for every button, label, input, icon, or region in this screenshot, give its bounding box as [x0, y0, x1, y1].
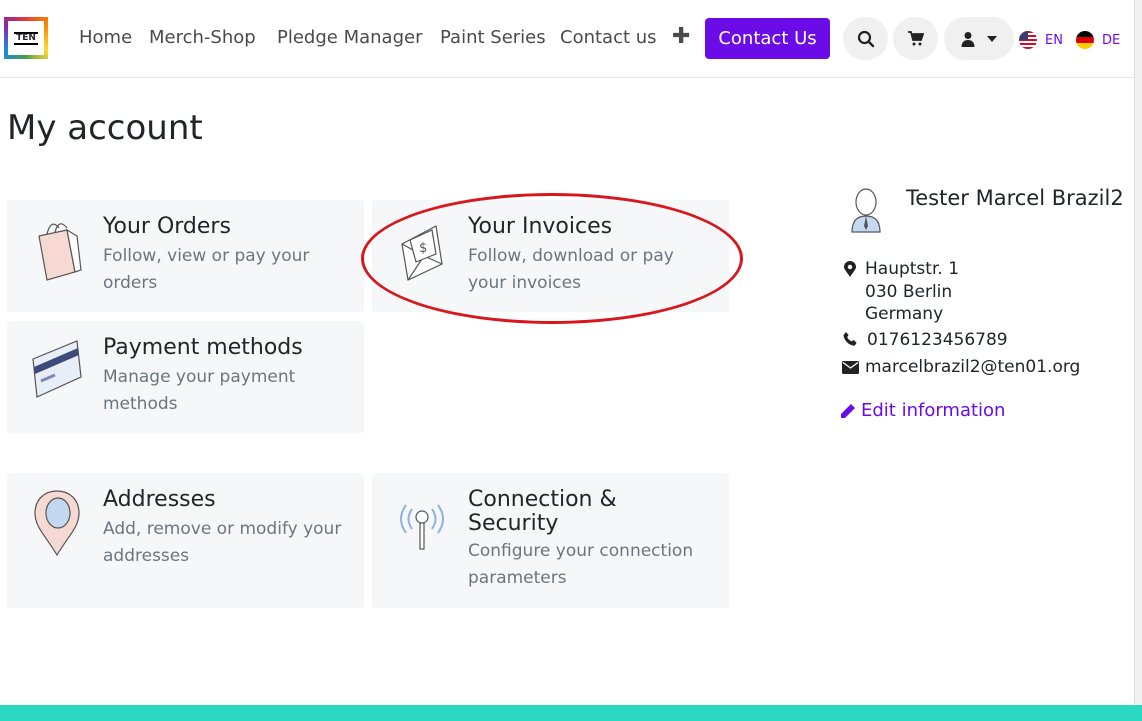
- language-en-label: EN: [1045, 32, 1063, 48]
- card-description: Follow, download or pay your invoices: [468, 246, 674, 293]
- card-description: Configure your connection parameters: [468, 541, 694, 588]
- card-your-invoices[interactable]: $ Your Invoices Follow, download or pay …: [372, 200, 729, 312]
- card-description: Manage your payment methods: [103, 367, 296, 414]
- language-de-label: DE: [1102, 32, 1121, 48]
- logo-text: TEN: [14, 31, 38, 45]
- card-description: Follow, view or pay your orders: [103, 246, 310, 293]
- shopping-bag-icon: [38, 223, 82, 281]
- card-title: Payment methods: [103, 335, 303, 360]
- address-city: 030 Berlin: [865, 282, 953, 302]
- scrollbar[interactable]: [1134, 0, 1142, 705]
- card-your-orders[interactable]: Your Orders Follow, view or pay your ord…: [7, 200, 364, 312]
- page-title: My account: [7, 108, 203, 148]
- avatar: [851, 188, 881, 233]
- card-title: Connection & Security: [468, 487, 617, 536]
- email-address: marcelbrazil2@ten01.org: [865, 357, 1081, 377]
- address-street: Hauptstr. 1: [865, 259, 960, 279]
- address-country: Germany: [865, 304, 944, 324]
- caret-down-icon: [987, 35, 997, 42]
- cart-button[interactable]: [893, 17, 938, 60]
- envelope-icon: [841, 358, 859, 376]
- de-flag-icon: [1076, 31, 1094, 49]
- nav-home[interactable]: Home: [79, 27, 132, 48]
- card-payment-methods[interactable]: Payment methods Manage your payment meth…: [7, 321, 364, 433]
- credit-card-icon: [32, 340, 82, 398]
- card-title: Your Invoices: [468, 214, 613, 239]
- card-description: Add, remove or modify your addresses: [103, 519, 342, 566]
- cart-icon: [907, 31, 924, 46]
- card-connection-security[interactable]: Connection & Security Configure your con…: [372, 473, 729, 608]
- plus-icon[interactable]: ✚: [672, 24, 690, 49]
- logo[interactable]: TEN: [4, 17, 48, 59]
- language-en[interactable]: EN: [1019, 31, 1063, 49]
- nav-paint-series[interactable]: Paint Series: [440, 27, 546, 48]
- edit-information-link[interactable]: Edit information: [840, 400, 1005, 421]
- pencil-icon: [841, 403, 855, 418]
- invoice-envelope-icon: $: [401, 225, 443, 281]
- user-icon: [961, 31, 975, 47]
- nav-merch-shop[interactable]: Merch-Shop: [149, 27, 256, 48]
- map-pin-icon: [34, 490, 80, 557]
- contact-us-button[interactable]: Contact Us: [705, 18, 830, 59]
- user-menu-button[interactable]: [944, 17, 1014, 60]
- search-button[interactable]: [843, 17, 888, 60]
- language-de[interactable]: DE: [1076, 31, 1120, 49]
- card-addresses[interactable]: Addresses Add, remove or modify your add…: [7, 473, 364, 608]
- phone-icon: [841, 330, 859, 348]
- us-flag-icon: [1019, 31, 1037, 49]
- profile-name: Tester Marcel Brazil2: [906, 186, 1124, 210]
- nav-contact-us[interactable]: Contact us: [560, 27, 657, 48]
- antenna-icon: [400, 504, 444, 550]
- search-icon: [857, 30, 874, 47]
- top-navbar: TEN Home Merch-Shop Pledge Manager Paint…: [0, 0, 1134, 78]
- map-marker-icon: [841, 260, 859, 278]
- phone-number: 0176123456789: [867, 330, 1008, 350]
- nav-pledge-manager[interactable]: Pledge Manager: [277, 27, 422, 48]
- edit-information-label: Edit information: [861, 400, 1006, 421]
- card-title: Addresses: [103, 487, 216, 512]
- footer-bar: [0, 705, 1142, 721]
- card-title: Your Orders: [103, 214, 231, 239]
- svg-text:$: $: [419, 241, 427, 256]
